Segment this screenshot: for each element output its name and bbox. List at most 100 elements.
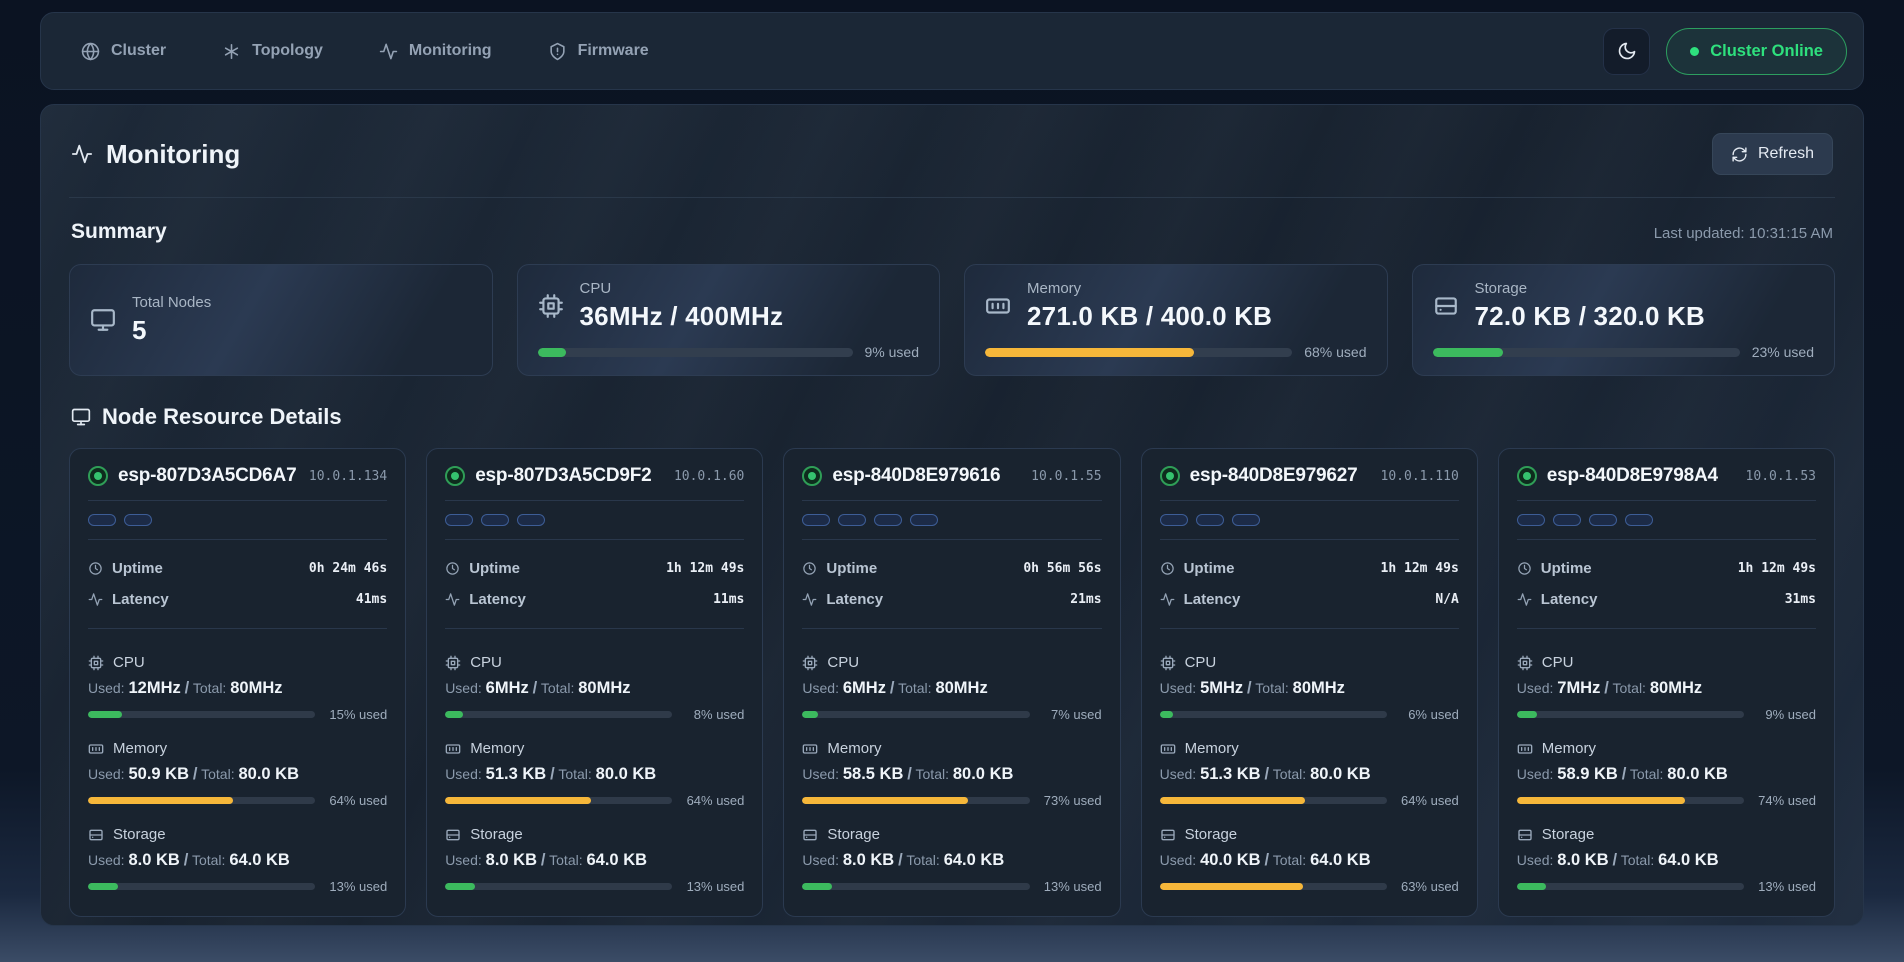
resource-progress: 7% used	[802, 707, 1101, 722]
nav-tab-label: Firmware	[578, 42, 649, 60]
uptime-value: 0h 24m 46s	[309, 561, 387, 576]
used-value: 58.5 KB	[843, 765, 904, 783]
usage-separator: /	[1604, 679, 1609, 697]
used-value: 5MHz	[1200, 679, 1243, 697]
divider	[88, 500, 387, 501]
total-value: 80MHz	[1650, 679, 1702, 697]
used-value: 8.0 KB	[1557, 851, 1608, 869]
resource-label: Storage	[827, 826, 880, 843]
uptime-row: Uptime 0h 24m 46s	[88, 553, 387, 584]
activity-icon	[445, 592, 460, 607]
resource-label: Memory	[470, 740, 524, 757]
percent-used-label: 74% used	[1756, 793, 1816, 808]
total-value: 64.0 KB	[944, 851, 1005, 869]
memory-icon	[1517, 741, 1533, 757]
total-prefix: Total:	[1630, 766, 1663, 782]
usage-separator: /	[193, 765, 198, 783]
progress-track	[445, 883, 672, 890]
percent-used-label: 15% used	[327, 707, 387, 722]
used-value: 40.0 KB	[1200, 851, 1261, 869]
used-value: 51.3 KB	[486, 765, 547, 783]
usage-separator: /	[907, 765, 912, 783]
percent-used-label: 13% used	[1756, 879, 1816, 894]
total-value: 64.0 KB	[587, 851, 648, 869]
progress-fill	[802, 797, 968, 804]
progress-fill	[88, 883, 118, 890]
node-tags	[1160, 514, 1459, 526]
progress-track	[985, 348, 1292, 357]
resource-label: Memory	[827, 740, 881, 757]
usage-separator: /	[184, 851, 189, 869]
summary-card-value: 271.0 KB / 400.0 KB	[1027, 301, 1272, 332]
resource-label: Storage	[1542, 826, 1595, 843]
resource-progress: 63% used	[1160, 879, 1459, 894]
refresh-button[interactable]: Refresh	[1712, 133, 1833, 175]
resource-progress: 6% used	[1160, 707, 1459, 722]
used-prefix: Used:	[445, 852, 482, 868]
progress-fill	[538, 348, 566, 357]
used-prefix: Used:	[1160, 766, 1197, 782]
storage-icon	[1433, 293, 1459, 319]
resource-usage: Used: 6MHz / Total: 80MHz	[802, 679, 1101, 698]
uptime-value: 1h 12m 49s	[1381, 561, 1459, 576]
total-value: 64.0 KB	[1310, 851, 1371, 869]
total-prefix: Total:	[1273, 766, 1306, 782]
total-prefix: Total:	[558, 766, 591, 782]
node-tag	[481, 514, 509, 526]
resource-label: Storage	[113, 826, 166, 843]
summary-card-value: 5	[132, 315, 211, 346]
progress-track	[445, 711, 672, 718]
percent-used-label: 8% used	[684, 707, 744, 722]
node-tag	[802, 514, 830, 526]
total-value: 80MHz	[1293, 679, 1345, 697]
summary-card-label: Total Nodes	[132, 294, 211, 311]
usage-separator: /	[1613, 851, 1618, 869]
uptime-row: Uptime 1h 12m 49s	[1160, 553, 1459, 584]
resource-progress: 64% used	[445, 793, 744, 808]
node-tag	[517, 514, 545, 526]
clock-icon	[1517, 561, 1532, 576]
cpu-icon	[1160, 655, 1176, 671]
node-name: esp-840D8E9798A4	[1547, 465, 1718, 487]
node-tag	[1196, 514, 1224, 526]
resource-label: CPU	[1542, 654, 1574, 671]
usage-separator: /	[185, 679, 190, 697]
progress-track	[88, 711, 315, 718]
cpu-icon	[445, 655, 461, 671]
memory-icon	[1160, 741, 1176, 757]
total-value: 80.0 KB	[1667, 765, 1728, 783]
divider	[88, 628, 387, 629]
uptime-value: 0h 56m 56s	[1023, 561, 1101, 576]
resource-label: CPU	[1185, 654, 1217, 671]
uptime-value: 1h 12m 49s	[1738, 561, 1816, 576]
used-value: 6MHz	[843, 679, 886, 697]
resource-usage: Used: 8.0 KB / Total: 64.0 KB	[445, 851, 744, 870]
used-prefix: Used:	[802, 852, 839, 868]
topology-icon	[222, 42, 241, 61]
used-value: 8.0 KB	[128, 851, 179, 869]
node-ip: 10.0.1.55	[1031, 469, 1101, 484]
node-card-header: esp-807D3A5CD9F2 10.0.1.60	[445, 465, 744, 487]
activity-icon	[1160, 592, 1175, 607]
resource-progress: 8% used	[445, 707, 744, 722]
resource-progress: 13% used	[802, 879, 1101, 894]
summary-progress: 23% used	[1433, 344, 1815, 360]
usage-separator: /	[533, 679, 538, 697]
progress-fill	[445, 883, 475, 890]
total-prefix: Total:	[916, 766, 949, 782]
theme-toggle-button[interactable]	[1603, 28, 1650, 75]
node-status-dot	[88, 466, 108, 486]
resource-usage: Used: 12MHz / Total: 80MHz	[88, 679, 387, 698]
cluster-status-badge[interactable]: Cluster Online	[1666, 28, 1847, 75]
progress-fill	[802, 711, 818, 718]
resource-progress: 73% used	[802, 793, 1101, 808]
used-value: 6MHz	[486, 679, 529, 697]
resource-progress: 13% used	[1517, 879, 1816, 894]
summary-progress: 68% used	[985, 344, 1367, 360]
clock-icon	[445, 561, 460, 576]
uptime-value: 1h 12m 49s	[666, 561, 744, 576]
resource-usage: Used: 8.0 KB / Total: 64.0 KB	[802, 851, 1101, 870]
percent-used-label: 73% used	[1042, 793, 1102, 808]
divider	[1160, 539, 1459, 540]
memory-icon	[985, 293, 1011, 319]
